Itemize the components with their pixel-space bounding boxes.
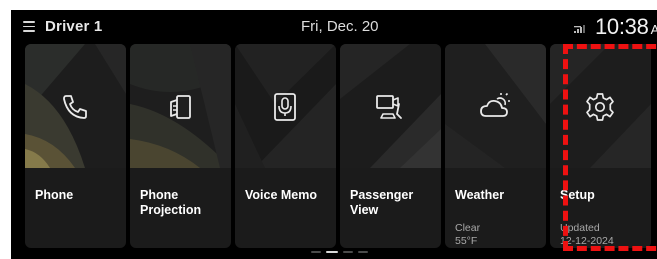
passenger-view-icon [376,95,402,119]
weather-temperature: 55°F [455,235,478,247]
date-label: Fri, Dec. 20 [301,18,379,35]
weather-icon [480,92,510,117]
infotainment-screen: Driver 1 Fri, Dec. 20 10:38AM [11,10,657,259]
page-dot-active[interactable] [326,251,338,253]
phone-projection-label: Phone Projection [140,188,202,217]
setup-label: Setup [560,188,595,202]
passenger-view-card[interactable]: Passenger View [340,44,441,248]
weather-card[interactable]: Weather Clear 55°F [445,44,546,248]
status-bar: Driver 1 Fri, Dec. 20 10:38AM [11,10,657,46]
voice-memo-icon [274,93,296,121]
weather-condition: Clear [455,222,481,234]
signal-icon [574,25,585,33]
clock-time: 10:38 [595,14,649,39]
phone-card[interactable]: Phone [25,44,126,248]
passenger-view-label: Passenger View [350,188,414,217]
clock-ampm: AM [650,22,657,37]
phone-projection-card[interactable]: Phone Projection [130,44,231,248]
voice-memo-label: Voice Memo [245,188,318,202]
phone-label: Phone [35,188,74,202]
page-dot[interactable] [311,251,321,253]
setup-update-date: 12-12-2024 [560,235,614,247]
setup-update-status: Updated [560,222,600,234]
weather-details: Clear 55°F [455,222,480,248]
voice-memo-card[interactable]: Voice Memo [235,44,336,248]
page-dot[interactable] [358,251,368,253]
clock: 10:38AM [595,14,657,40]
page-indicator [311,251,371,255]
phone-icon [63,95,87,119]
setup-card[interactable]: Setup Updated 12-12-2024 [550,44,651,248]
setup-details: Updated 12-12-2024 [560,222,614,248]
gear-icon [586,93,614,121]
weather-label: Weather [455,188,505,202]
menu-icon[interactable] [23,21,35,32]
driver-profile-label[interactable]: Driver 1 [45,18,102,35]
page-dot[interactable] [343,251,353,253]
app-cards: Phone Phone Projection Voice Memo Passen… [25,44,657,251]
phone-projection-icon [170,95,191,119]
